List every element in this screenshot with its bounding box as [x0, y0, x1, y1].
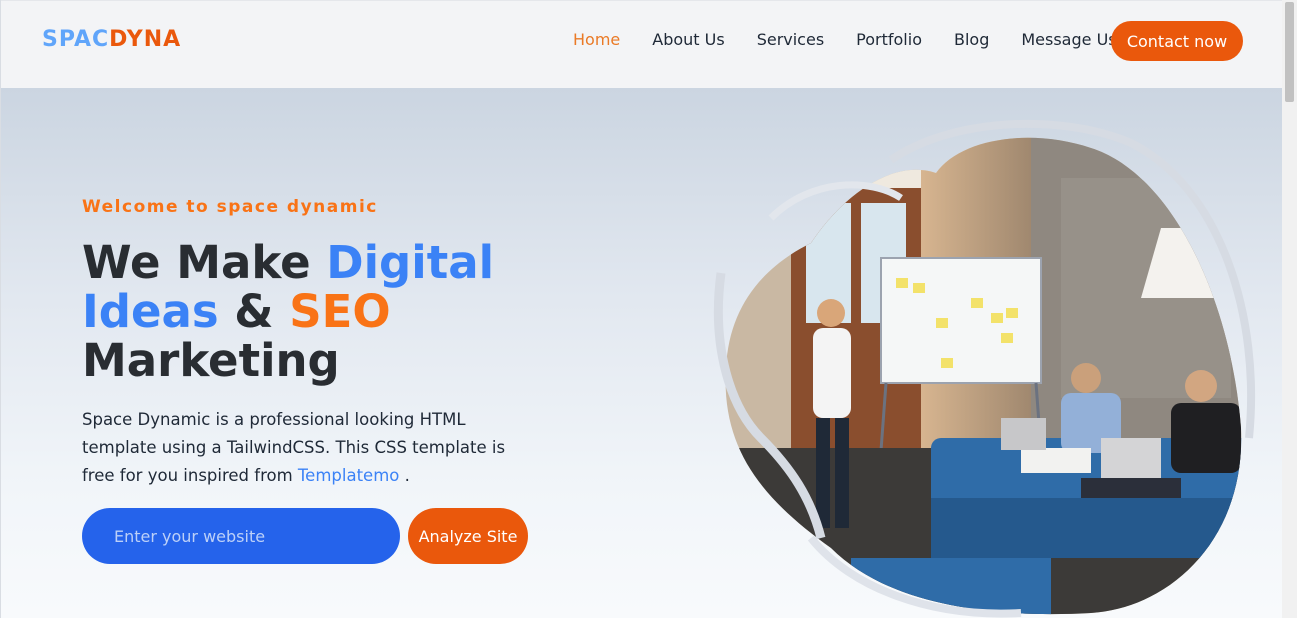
nav-item-blog[interactable]: Blog	[954, 30, 989, 49]
contact-now-button[interactable]: Contact now	[1111, 21, 1243, 61]
headline-part-ampersand: &	[218, 285, 290, 338]
main-nav: Home About Us Services Portfolio Blog Me…	[573, 30, 1149, 49]
nav-item-message-us[interactable]: Message Us	[1021, 30, 1116, 49]
hero-headline: We Make Digital Ideas & SEO Marketing	[82, 238, 562, 385]
headline-part-marketing: Marketing	[82, 334, 340, 387]
nav-item-home[interactable]: Home	[573, 30, 620, 49]
scrollbar-thumb[interactable]	[1285, 2, 1294, 102]
photo-scene	[725, 137, 1242, 615]
hero-description: Space Dynamic is a professional looking …	[82, 406, 542, 490]
headline-part-ideas: Ideas	[82, 285, 219, 338]
description-text: Space Dynamic is a professional looking …	[82, 410, 506, 485]
analyze-site-button[interactable]: Analyze Site	[408, 508, 528, 564]
hero-section: Welcome to space dynamic We Make Digital…	[1, 88, 1283, 618]
website-input[interactable]	[82, 508, 400, 564]
nav-item-about-us[interactable]: About Us	[652, 30, 724, 49]
nav-item-portfolio[interactable]: Portfolio	[856, 30, 922, 49]
description-end: .	[399, 466, 410, 485]
page-scrollbar[interactable]	[1282, 0, 1297, 618]
headline-part-seo: SEO	[289, 285, 391, 338]
welcome-tagline: Welcome to space dynamic	[82, 197, 378, 217]
headline-part-we-make: We Make	[82, 236, 327, 289]
headline-part-digital: Digital	[326, 236, 494, 289]
hero-team-meeting-image	[713, 119, 1256, 618]
page: SPACDYNA Home About Us Services Portfoli…	[0, 0, 1283, 618]
logo-part-spac: SPAC	[42, 27, 110, 52]
site-logo[interactable]: SPACDYNA	[42, 27, 181, 52]
templatemo-link[interactable]: Templatemo	[298, 466, 399, 485]
site-header: SPACDYNA Home About Us Services Portfoli…	[1, 0, 1283, 88]
nav-item-services[interactable]: Services	[757, 30, 824, 49]
logo-part-dyna: DYNA	[109, 27, 182, 52]
